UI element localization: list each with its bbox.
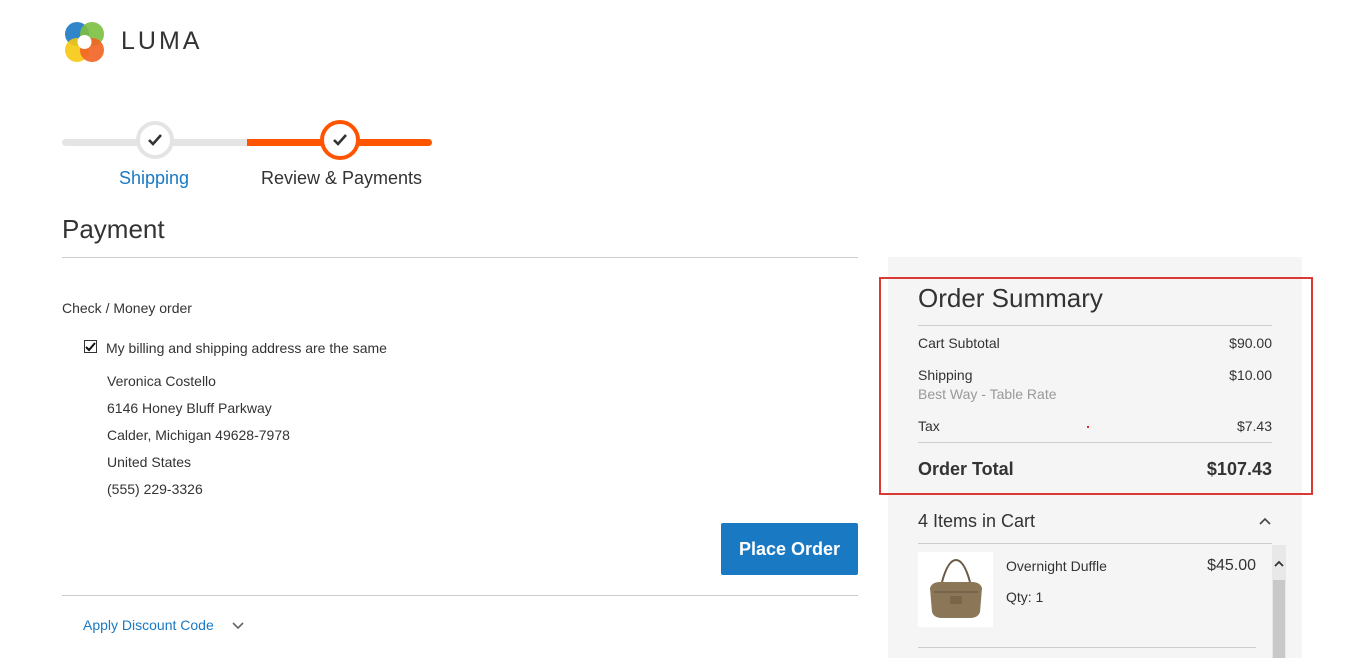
address-city: Calder, Michigan 49628-7978 — [107, 427, 290, 443]
divider — [62, 595, 858, 596]
cart-item-price: $45.00 — [1207, 557, 1256, 574]
step-shipping-link[interactable]: Shipping — [119, 168, 189, 189]
step-shipping-indicator[interactable] — [136, 121, 174, 159]
place-order-button[interactable]: Place Order — [721, 523, 858, 575]
same-address-label[interactable]: My billing and shipping address are the … — [106, 340, 387, 356]
cart-item-name[interactable]: Overnight Duffle — [1006, 558, 1107, 574]
divider — [918, 647, 1256, 648]
chevron-up-icon[interactable] — [1257, 513, 1273, 529]
order-summary-highlight — [879, 277, 1313, 495]
cart-scrollbar-thumb[interactable] — [1273, 580, 1285, 658]
chevron-down-icon[interactable] — [230, 618, 246, 634]
step-review-label: Review & Payments — [261, 168, 423, 188]
step-review-indicator — [320, 120, 360, 160]
divider — [62, 257, 858, 258]
divider — [918, 543, 1272, 544]
apply-discount-link[interactable]: Apply Discount Code — [83, 617, 214, 633]
items-in-cart-toggle[interactable]: 4 Items in Cart — [918, 511, 1035, 532]
payment-method-label[interactable]: Check / Money order — [62, 300, 192, 316]
checkmark-icon — [148, 134, 162, 146]
product-thumbnail-bag-icon[interactable] — [918, 552, 993, 627]
scroll-up-arrow-icon[interactable] — [1272, 556, 1286, 572]
address-street: 6146 Honey Bluff Parkway — [107, 400, 272, 416]
same-address-checkbox[interactable] — [84, 340, 97, 353]
address-phone: (555) 229-3326 — [107, 481, 203, 497]
address-country: United States — [107, 454, 192, 470]
payment-title: Payment — [62, 214, 165, 244]
address-name: Veronica Costello — [107, 373, 216, 389]
brand-name[interactable]: LUMA — [121, 27, 202, 56]
cart-item-qty: Qty: 1 — [1006, 589, 1044, 605]
checkmark-icon — [333, 134, 347, 146]
checkmark-icon — [85, 341, 96, 351]
